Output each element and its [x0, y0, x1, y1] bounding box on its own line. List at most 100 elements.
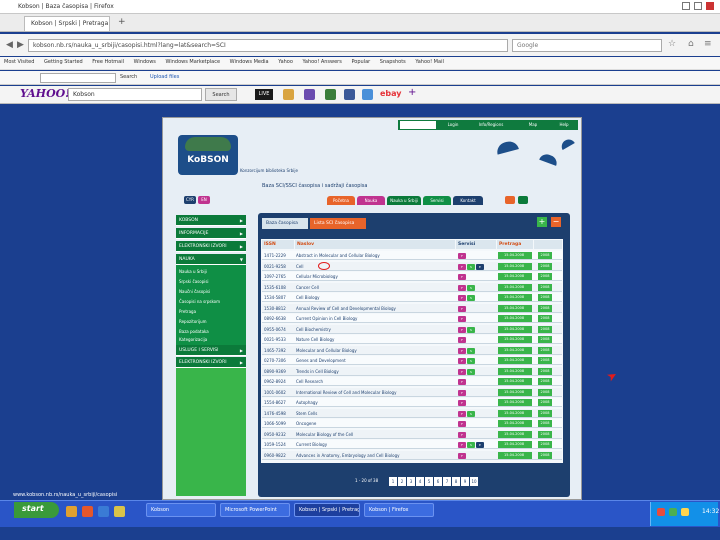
service-badge[interactable]: F: [458, 263, 466, 270]
tray-icon[interactable]: [669, 508, 677, 516]
year-cell[interactable]: 2008: [538, 378, 552, 385]
search-date-cell[interactable]: 15.04.2008: [498, 388, 532, 396]
table-row[interactable]: 0950-9232 Molecular Biology of the Cell F 1…: [262, 429, 562, 439]
browser-tab[interactable]: Kobson | Srpski | Pretraga: [24, 16, 110, 31]
table-row[interactable]: 1534-5807 Cell Biology F S 15.04.2008 2008: [262, 293, 562, 302]
yahoo-search-button[interactable]: Search: [205, 88, 237, 101]
forward-icon[interactable]: ▶: [17, 40, 24, 50]
service-badge[interactable]: F: [458, 421, 466, 427]
quicklaunch-app-icon[interactable]: [114, 506, 125, 517]
service-badge[interactable]: F: [458, 253, 466, 259]
back-icon[interactable]: ◀: [6, 40, 13, 50]
bookmarks-star-icon[interactable]: ☆: [668, 39, 676, 49]
table-row[interactable]: 0021-9258 Cell F S E 15.04.2008 2008: [262, 261, 562, 271]
bookmark-item[interactable]: Snapshots: [380, 59, 406, 65]
service-badge[interactable]: F: [458, 337, 466, 343]
title-link[interactable]: Cell Research: [296, 377, 454, 386]
quicklaunch-folder-icon[interactable]: [66, 506, 77, 517]
sidebar-item-kobson[interactable]: KOBSON ▶: [176, 215, 246, 226]
live-button[interactable]: LIVE: [255, 89, 273, 100]
search-date-cell[interactable]: 15.04.2008: [498, 346, 532, 354]
column-header-naslov[interactable]: Naslov: [295, 240, 455, 249]
search-date-cell[interactable]: 15.04.2008: [498, 399, 532, 406]
title-link[interactable]: Annual Review of Cell and Developmental …: [296, 304, 454, 313]
service-badge[interactable]: S: [467, 442, 475, 448]
search-date-cell[interactable]: 15.04.2008: [498, 378, 532, 385]
quicklaunch-ie-icon[interactable]: [98, 506, 109, 517]
service-badge[interactable]: S: [467, 358, 475, 364]
page-button[interactable]: 6: [434, 477, 442, 486]
submenu-item[interactable]: Kategorizacija: [179, 337, 207, 342]
tab-nauka[interactable]: Nauka: [357, 196, 385, 205]
table-row[interactable]: 1530-8812 Annual Review of Cell and Devel…: [262, 303, 562, 313]
search-date-cell[interactable]: 15.04.2008: [498, 336, 532, 343]
bookmark-item[interactable]: Most Visited: [4, 59, 34, 65]
expand-icon[interactable]: +: [537, 217, 547, 227]
new-tab-button[interactable]: +: [118, 17, 126, 27]
ebay-logo[interactable]: ebay: [380, 89, 402, 98]
maximize-icon[interactable]: [694, 2, 702, 10]
print-icon[interactable]: [518, 196, 528, 204]
bookmark-item[interactable]: Windows Media: [230, 59, 269, 65]
start-button[interactable]: start: [14, 502, 59, 518]
page-button[interactable]: 5: [425, 477, 433, 486]
sidebar-item-informacije[interactable]: INFORMACIJE ▶: [176, 228, 246, 239]
lang-cyr-button[interactable]: CYR: [184, 196, 196, 204]
search-date-cell[interactable]: 15.04.2008: [498, 367, 532, 375]
toolbar-app-icon[interactable]: [283, 89, 294, 100]
title-link[interactable]: Abstract in Molecular and Cellular Biolo…: [296, 251, 454, 260]
year-cell[interactable]: 2008: [538, 273, 552, 280]
site-search-input[interactable]: [400, 121, 436, 129]
service-badge[interactable]: E: [476, 442, 484, 448]
search-date-cell[interactable]: 15.04.2008: [498, 294, 532, 301]
bookmark-item[interactable]: Yahoo: [278, 59, 293, 65]
year-cell[interactable]: 2008: [538, 325, 552, 333]
sidebar-item-usluge[interactable]: USLUGE I SERVISI ▶: [176, 345, 246, 356]
search-date-cell[interactable]: 15.04.2008: [498, 273, 532, 280]
service-badge[interactable]: F: [458, 305, 466, 312]
service-badge[interactable]: F: [458, 326, 466, 333]
service-badge[interactable]: S: [467, 347, 475, 354]
bookmark-item[interactable]: Yahoo! Mail: [415, 59, 443, 65]
top-nav-info[interactable]: Info/Regions: [468, 120, 514, 130]
page-button[interactable]: 3: [407, 477, 415, 486]
year-cell[interactable]: 2008: [538, 451, 552, 459]
submenu-item[interactable]: Repozitorijum: [179, 319, 207, 324]
weather-icon[interactable]: [325, 89, 336, 100]
search-date-cell[interactable]: 15.04.2008: [498, 409, 532, 417]
links-search-button[interactable]: Search: [120, 74, 137, 80]
page-button[interactable]: 10: [470, 477, 478, 486]
search-date-cell[interactable]: 15.04.2008: [498, 451, 532, 459]
mail-icon[interactable]: [304, 89, 315, 100]
taskbar-task[interactable]: Kobson: [146, 503, 216, 517]
title-link[interactable]: Genes and Development: [296, 356, 454, 365]
title-link[interactable]: Current Opinion in Cell Biology: [296, 314, 454, 323]
service-badge[interactable]: F: [458, 389, 466, 396]
year-cell[interactable]: 2008: [538, 409, 552, 417]
service-badge[interactable]: F: [458, 379, 466, 385]
tab-servisi[interactable]: Servisi: [423, 196, 451, 205]
column-header-issn[interactable]: ISSN: [262, 240, 294, 249]
menu-icon[interactable]: ≡: [704, 39, 712, 49]
taskbar-task[interactable]: Kobson | Srpski | Pretraga: [294, 503, 360, 517]
table-row[interactable]: 1059-1524 Current Biology F S E 15.04.2008 200…: [262, 440, 562, 449]
rss-icon[interactable]: [505, 196, 515, 204]
tab-nauka-u-srbiji[interactable]: Nauka u Srbiji: [387, 196, 421, 205]
year-cell[interactable]: 2008: [538, 357, 552, 364]
year-cell[interactable]: 2008: [538, 336, 552, 343]
search-date-cell[interactable]: 15.04.2008: [498, 430, 532, 438]
service-badge[interactable]: S: [467, 263, 475, 270]
search-date-cell[interactable]: 15.04.2008: [498, 357, 532, 364]
table-row[interactable]: 0021-9533 Nature Cell Biology F 15.04.2008 2…: [262, 335, 562, 344]
service-badge[interactable]: F: [458, 410, 466, 417]
submenu-item[interactable]: Časopisi na srpskom: [179, 299, 220, 304]
bookmark-item[interactable]: Yahoo! Answers: [303, 59, 342, 65]
title-link[interactable]: Current Biology: [296, 440, 454, 449]
bookmark-item[interactable]: Windows Marketplace: [166, 59, 221, 65]
search-date-cell[interactable]: 15.04.2008: [498, 420, 532, 427]
page-button[interactable]: 2: [398, 477, 406, 486]
browser-search-input[interactable]: Google: [512, 39, 662, 52]
submenu-item[interactable]: Nauka u Srbiji: [179, 269, 207, 274]
year-cell[interactable]: 2008: [538, 283, 552, 291]
service-badge[interactable]: S: [467, 410, 475, 417]
